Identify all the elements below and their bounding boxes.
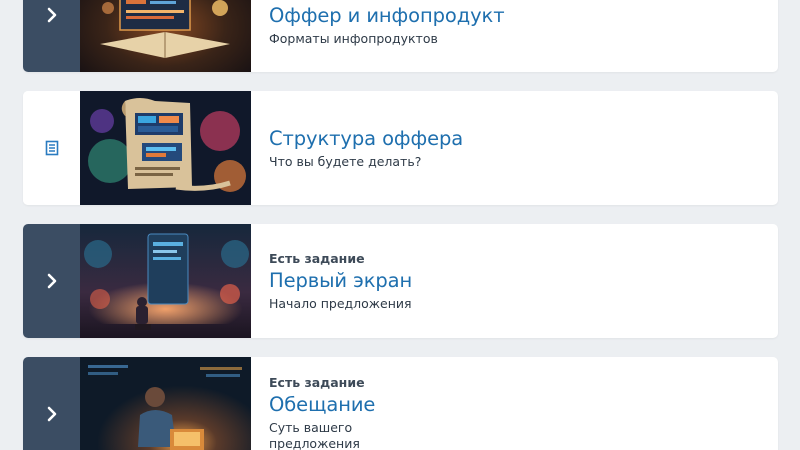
chevron-right-icon bbox=[47, 406, 56, 422]
lesson-text: Есть задание Обещание Суть вашего предло… bbox=[269, 357, 768, 450]
lesson-thumbnail bbox=[80, 91, 251, 205]
lesson-thumbnail bbox=[80, 0, 251, 72]
lesson-subtitle: Начало предложения bbox=[269, 295, 412, 311]
lesson-card[interactable]: Оффер и инфопродукт Форматы инфопродукто… bbox=[23, 0, 778, 72]
lesson-title[interactable]: Оффер и инфопродукт bbox=[269, 4, 768, 28]
lesson-title[interactable]: Первый экран bbox=[269, 269, 768, 293]
document-list-icon bbox=[45, 140, 58, 156]
chevron-right-icon bbox=[47, 7, 56, 23]
expand-button[interactable] bbox=[23, 357, 80, 450]
task-badge: Есть задание bbox=[269, 375, 365, 390]
task-badge: Есть задание bbox=[269, 250, 365, 266]
lesson-text: Оффер и инфопродукт Форматы инфопродукто… bbox=[269, 0, 768, 72]
lesson-subtitle: Что вы будете делать? bbox=[269, 153, 422, 169]
lesson-card[interactable]: Есть задание Первый экран Начало предлож… bbox=[23, 224, 778, 338]
lesson-text: Структура оффера Что вы будете делать? bbox=[269, 91, 768, 205]
chevron-right-icon bbox=[47, 273, 56, 289]
expand-button[interactable] bbox=[23, 224, 80, 338]
lesson-card-current[interactable]: Структура оффера Что вы будете делать? bbox=[23, 91, 778, 205]
lesson-title[interactable]: Структура оффера bbox=[269, 127, 768, 151]
lesson-card[interactable]: Есть задание Обещание Суть вашего предло… bbox=[23, 357, 778, 450]
lesson-text: Есть задание Первый экран Начало предлож… bbox=[269, 224, 768, 338]
lesson-list: Оффер и инфопродукт Форматы инфопродукто… bbox=[0, 0, 800, 450]
lesson-thumbnail bbox=[80, 224, 251, 338]
lesson-title[interactable]: Обещание bbox=[269, 393, 768, 417]
lesson-subtitle: Форматы инфопродуктов bbox=[269, 31, 438, 46]
expand-button[interactable] bbox=[23, 0, 80, 72]
current-lesson-marker bbox=[23, 91, 80, 205]
lesson-subtitle: Суть вашего предложения bbox=[269, 420, 360, 450]
lesson-thumbnail bbox=[80, 357, 251, 450]
